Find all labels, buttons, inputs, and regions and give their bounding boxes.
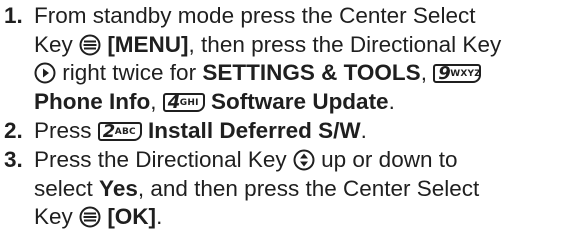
software-update-label: Software Update	[211, 88, 389, 114]
text: .	[360, 118, 367, 143]
phone-info-label: Phone Info	[34, 88, 151, 114]
step-2: 2. Press 2 ABC Install Deferred S/W.	[4, 117, 572, 146]
keypad-2-key-icon: 2 ABC	[97, 121, 142, 142]
text: ,	[150, 88, 157, 114]
text: ,	[420, 60, 427, 85]
center-select-key-icon	[79, 206, 101, 228]
text: Key	[34, 31, 73, 57]
text: From standby mode press the Center Selec…	[34, 3, 476, 28]
menu-label: [MENU]	[107, 31, 189, 57]
step-number: 1.	[4, 3, 23, 28]
keypad-9-key-icon: 9 WXYZ	[433, 63, 482, 84]
keypad-4-key-icon: 4 GHI	[162, 92, 205, 113]
step-text: Press 2 ABC Install Deferred S/W.	[34, 117, 572, 146]
directional-key-up-down-icon	[293, 149, 315, 171]
install-label: Install Deferred S/W	[148, 118, 361, 143]
yes-label: Yes	[99, 175, 138, 201]
step-text: Press the Directional Key up or down to …	[34, 146, 572, 232]
step-number: 3.	[4, 147, 23, 172]
text: .	[156, 204, 163, 229]
text: Key	[34, 204, 73, 229]
text: , then press the Directional Key	[188, 31, 502, 57]
step-number: 2.	[4, 118, 23, 143]
instruction-document: 1. From standby mode press the Center Se…	[0, 0, 575, 252]
step-3: 3. Press the Directional Key up or down …	[4, 146, 572, 232]
text: select	[34, 175, 93, 201]
center-select-key-icon	[79, 34, 101, 56]
text: , and then press the Center Select	[137, 175, 480, 201]
text: Press the Directional Key	[34, 147, 287, 172]
text: Press	[34, 118, 92, 143]
text: right twice for	[62, 60, 197, 85]
text: .	[388, 88, 395, 114]
directional-key-right-icon	[34, 62, 56, 84]
step-text: From standby mode press the Center Selec…	[34, 2, 572, 116]
text: up or down to	[321, 147, 458, 172]
settings-label: SETTINGS & TOOLS	[202, 60, 421, 85]
ok-label: [OK]	[107, 204, 157, 229]
step-1: 1. From standby mode press the Center Se…	[4, 2, 572, 116]
